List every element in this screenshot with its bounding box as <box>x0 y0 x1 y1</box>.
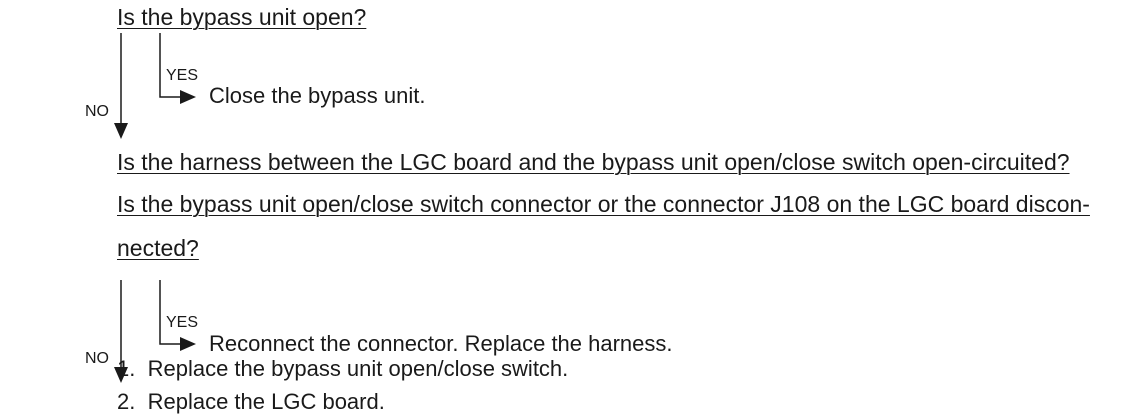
action-1: Close the bypass unit. <box>209 83 426 108</box>
final-step-1: 1. Replace the bypass unit open/close sw… <box>117 356 568 382</box>
yes-branch-line-2 <box>159 280 184 345</box>
question-1: Is the bypass unit open? <box>117 4 367 30</box>
final-step-number: 2. <box>117 389 136 414</box>
final-step-text: Replace the bypass unit open/close switc… <box>147 356 569 381</box>
no-label-2: NO <box>85 350 109 367</box>
yes-label-1: YES <box>166 67 199 84</box>
no-arrow-1 <box>114 123 128 139</box>
question-2-line-1: Is the harness between the LGC board and… <box>117 149 1070 175</box>
yes-arrow-1 <box>180 90 196 104</box>
action-2: Reconnect the connector. Replace the har… <box>209 331 673 356</box>
final-step-2: 2. Replace the LGC board. <box>117 389 385 415</box>
yes-label-2: YES <box>166 314 199 331</box>
final-step-text: Replace the LGC board. <box>147 389 385 414</box>
yes-arrow-2 <box>180 337 196 351</box>
no-label-1: NO <box>85 103 109 120</box>
question-2-line-3: nected? <box>117 235 199 261</box>
yes-branch-line-1 <box>159 33 184 98</box>
final-step-number: 1. <box>117 356 136 381</box>
question-2-line-2: Is the bypass unit open/close switch con… <box>117 191 1090 217</box>
